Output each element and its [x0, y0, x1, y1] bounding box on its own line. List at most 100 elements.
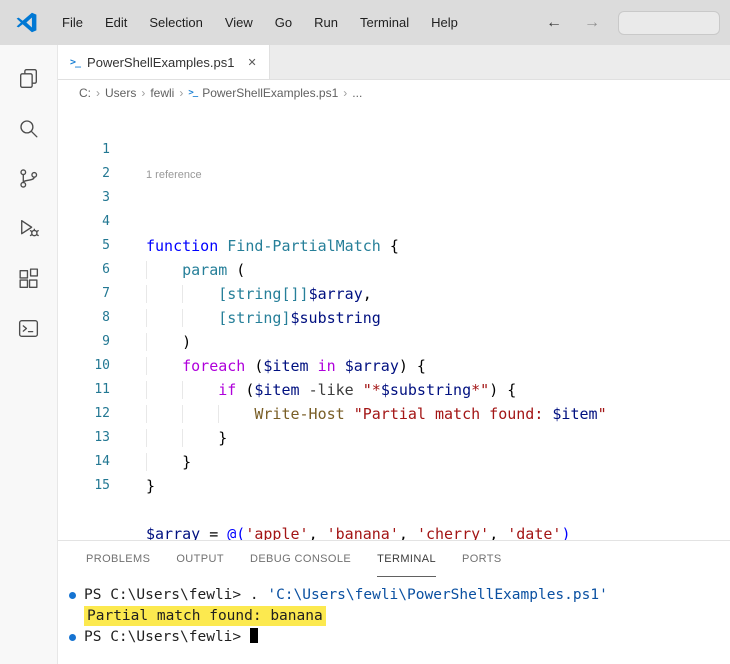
editor-group: >_ PowerShellExamples.ps1 ✕ C: › Users ›…: [58, 45, 730, 664]
code-token: $array: [308, 285, 363, 303]
code-token: 'cherry': [416, 525, 490, 540]
activity-bar-item-explorer[interactable]: [5, 53, 53, 103]
code-line-9[interactable]: }: [146, 426, 730, 450]
terminal-segment: .: [249, 587, 268, 603]
breadcrumb-users[interactable]: Users: [105, 86, 136, 100]
command-decoration-icon[interactable]: [60, 592, 84, 599]
command-center-search[interactable]: [618, 10, 720, 35]
code-token: *": [471, 381, 490, 399]
code-token: =: [200, 525, 228, 540]
panel-tab-debug-console[interactable]: DEBUG CONSOLE: [250, 541, 351, 577]
code-line-3[interactable]: [string[]]$array,: [146, 282, 730, 306]
code-token: }: [182, 453, 192, 471]
menu-item-terminal[interactable]: Terminal: [349, 10, 420, 35]
code-token: if: [218, 381, 237, 399]
code-lines: function Find-PartialMatch { param ( [st…: [146, 234, 730, 540]
code-token: ): [182, 333, 192, 351]
line-number: 10: [94, 358, 110, 373]
history-nav: ← →: [546, 14, 600, 32]
indent-guide: [146, 357, 182, 375]
code-line-5[interactable]: ): [146, 330, 730, 354]
code-line-11[interactable]: }: [146, 474, 730, 498]
code-line-2[interactable]: param (: [146, 258, 730, 282]
line-number: 12: [94, 406, 110, 421]
line-number: 1: [102, 142, 110, 157]
run-debug-icon: [21, 219, 39, 236]
menu-item-run[interactable]: Run: [303, 10, 349, 35]
back-arrow-icon[interactable]: ←: [546, 14, 562, 32]
activity-bar-item-terminal[interactable]: [5, 303, 53, 353]
vscode-window: File Edit Selection View Go Run Terminal…: [0, 0, 730, 664]
breadcrumb-filename[interactable]: PowerShellExamples.ps1: [202, 86, 338, 100]
menu-item-help[interactable]: Help: [420, 10, 469, 35]
terminal-icon: [18, 319, 39, 337]
code-line-4[interactable]: [string]$substring: [146, 306, 730, 330]
panel-tab-ports[interactable]: PORTS: [462, 541, 502, 577]
terminal-cursor: [249, 628, 258, 643]
tab-close-icon[interactable]: ✕: [247, 56, 256, 69]
breadcrumb: C: › Users › fewli › >_ PowerShellExampl…: [58, 80, 730, 106]
tab-powershellexamples[interactable]: >_ PowerShellExamples.ps1 ✕: [58, 45, 270, 79]
code-line-12[interactable]: [146, 498, 730, 522]
panel-tab-output[interactable]: OUTPUT: [176, 541, 224, 577]
terminal-segment: 'C:\Users\fewli\PowerShellExamples.ps1': [267, 587, 608, 603]
code-token: {: [380, 237, 399, 255]
code-token: ,: [398, 525, 417, 540]
menu-item-file[interactable]: File: [51, 10, 94, 35]
line-number: 6: [102, 262, 110, 277]
breadcrumb-drive[interactable]: C:: [79, 86, 91, 100]
chevron-right-icon: ›: [141, 86, 146, 100]
terminal-segment: PS C:\Users\fewli>: [84, 587, 250, 603]
editor-gutter[interactable]: 1 2 3 4 5 6 7 8 9 10 11 12 13 14 15: [58, 118, 112, 540]
code-line-7[interactable]: if ($item -like "*$substring*") {: [146, 378, 730, 402]
line-number: 4: [102, 214, 110, 229]
code-line-10[interactable]: }: [146, 450, 730, 474]
code-token: ) {: [489, 381, 517, 399]
code-token: @(: [227, 525, 246, 540]
menu-item-view[interactable]: View: [214, 10, 264, 35]
editor[interactable]: 1 2 3 4 5 6 7 8 9 10 11 12 13 14 15 1 reference functi…: [58, 106, 730, 540]
code-token: 'banana': [326, 525, 399, 540]
code-token: $item: [263, 357, 309, 375]
code-line-1[interactable]: function Find-PartialMatch {: [146, 234, 730, 258]
menu-item-go[interactable]: Go: [264, 10, 303, 35]
panel-tab-terminal[interactable]: TERMINAL: [377, 541, 436, 577]
terminal-row-2: Partial match found: banana: [58, 606, 730, 627]
code-token: [string[]]: [218, 285, 309, 303]
breadcrumb-symbol[interactable]: ...: [352, 86, 362, 100]
code-token: -like: [308, 381, 354, 399]
terminal-row-1: PS C:\Users\fewli> . 'C:\Users\fewli\Pow…: [58, 585, 730, 606]
code-area[interactable]: 1 reference function Find-PartialMatch {…: [112, 118, 730, 540]
terminal-content[interactable]: PS C:\Users\fewli> . 'C:\Users\fewli\Pow…: [58, 577, 730, 664]
code-token: function: [146, 237, 219, 255]
terminal-text: PS C:\Users\fewli> . 'C:\Users\fewli\Pow…: [84, 585, 608, 606]
title-bar: File Edit Selection View Go Run Terminal…: [0, 0, 730, 45]
panel-tab-problems[interactable]: PROBLEMS: [86, 541, 150, 577]
tab-bar[interactable]: >_ PowerShellExamples.ps1 ✕: [58, 45, 730, 80]
codelens-reference[interactable]: 1 reference: [146, 166, 730, 186]
breadcrumb-fewli[interactable]: fewli: [150, 86, 174, 100]
activity-bar-item-run-debug[interactable]: [5, 203, 53, 253]
code-line-6[interactable]: foreach ($item in $array) {: [146, 354, 730, 378]
forward-arrow-icon[interactable]: →: [584, 14, 600, 32]
activity-bar-item-source-control[interactable]: [5, 153, 53, 203]
menu-item-selection[interactable]: Selection: [138, 10, 213, 35]
command-decoration-icon[interactable]: [60, 634, 84, 641]
source-control-icon: [20, 168, 38, 188]
powershell-file-icon: >_: [188, 88, 198, 98]
code-token: ": [597, 405, 607, 423]
activity-bar-item-search[interactable]: [5, 103, 53, 153]
menu-item-edit[interactable]: Edit: [94, 10, 138, 35]
activity-bar-item-extensions[interactable]: [5, 253, 53, 303]
indent-guide: [182, 381, 218, 399]
indent-guide: [146, 309, 182, 327]
code-token: $item: [552, 405, 598, 423]
code-line-8[interactable]: Write-Host "Partial match found: $item": [146, 402, 730, 426]
code-token: ) {: [398, 357, 426, 375]
code-token: foreach: [182, 357, 246, 375]
line-number: 11: [94, 382, 110, 397]
code-line-13[interactable]: $array = @('apple', 'banana', 'cherry', …: [146, 522, 730, 540]
gutter-spacer: [58, 118, 112, 138]
